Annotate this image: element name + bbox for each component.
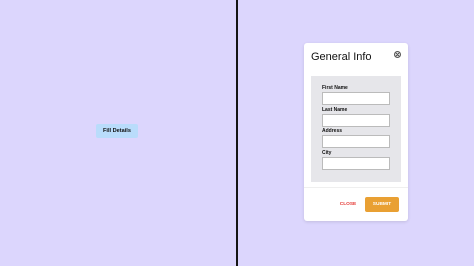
address-input[interactable] xyxy=(322,135,390,148)
first-name-input[interactable] xyxy=(322,92,390,105)
first-name-label: First Name xyxy=(322,85,348,91)
general-info-modal: General Info First Name Last Name Addres… xyxy=(304,43,408,221)
form-panel: First Name Last Name Address City xyxy=(311,76,401,182)
pane-divider xyxy=(236,0,238,266)
city-label: City xyxy=(322,150,332,156)
fill-details-button[interactable]: Fill Details xyxy=(96,124,138,138)
address-label: Address xyxy=(322,128,343,134)
city-input[interactable] xyxy=(322,157,390,170)
last-name-input[interactable] xyxy=(322,114,390,127)
modal-footer-divider xyxy=(304,187,408,188)
close-button[interactable]: CLOSE xyxy=(334,199,362,210)
submit-button[interactable]: SUBMIT xyxy=(365,197,399,212)
last-name-label: Last Name xyxy=(322,107,348,113)
close-icon[interactable] xyxy=(394,51,401,58)
modal-title: General Info xyxy=(311,51,372,63)
